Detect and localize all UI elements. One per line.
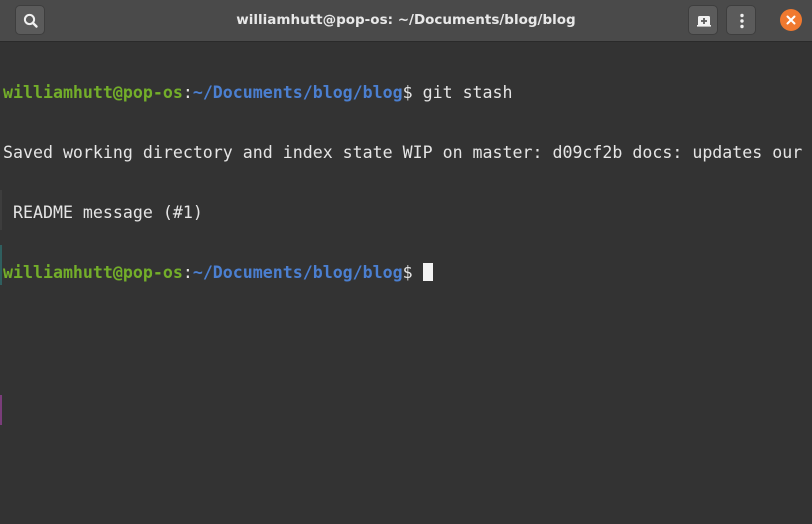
left-edge-accent [0, 245, 2, 285]
prompt-separator: : [182, 83, 193, 102]
prompt-path: ~/Documents/blog/blog [192, 83, 403, 102]
left-edge-shadow [0, 190, 2, 230]
prompt-user: williamhutt@pop-os [3, 263, 183, 282]
text-cursor [422, 263, 433, 281]
left-edge-accent [0, 395, 2, 425]
close-icon [786, 15, 796, 25]
new-tab-icon [697, 16, 711, 27]
command-text: git stash [422, 83, 513, 102]
prompt-path: ~/Documents/blog/blog [192, 263, 403, 282]
menu-dots-icon [740, 13, 744, 29]
title-bar: williamhutt@pop-os: ~/Documents/blog/blo… [0, 0, 812, 42]
search-button[interactable] [15, 5, 45, 35]
new-tab-button[interactable] [688, 5, 718, 35]
terminal-output-area[interactable]: williamhutt@pop-os:~/Documents/blog/blog… [0, 42, 812, 524]
output-line: README message (#1) [3, 203, 203, 222]
prompt-symbol: $ [402, 263, 423, 282]
prompt-user: williamhutt@pop-os [3, 83, 183, 102]
menu-button[interactable] [726, 5, 756, 35]
search-icon [23, 13, 38, 28]
prompt-line: williamhutt@pop-os:~/Documents/blog/blog… [3, 263, 812, 283]
terminal-window: williamhutt@pop-os: ~/Documents/blog/blo… [0, 0, 812, 524]
prompt-line: williamhutt@pop-os:~/Documents/blog/blog… [3, 83, 812, 103]
prompt-symbol: $ [402, 83, 423, 102]
close-button[interactable] [780, 9, 802, 31]
prompt-separator: : [182, 263, 193, 282]
output-line: Saved working directory and index state … [3, 143, 803, 162]
